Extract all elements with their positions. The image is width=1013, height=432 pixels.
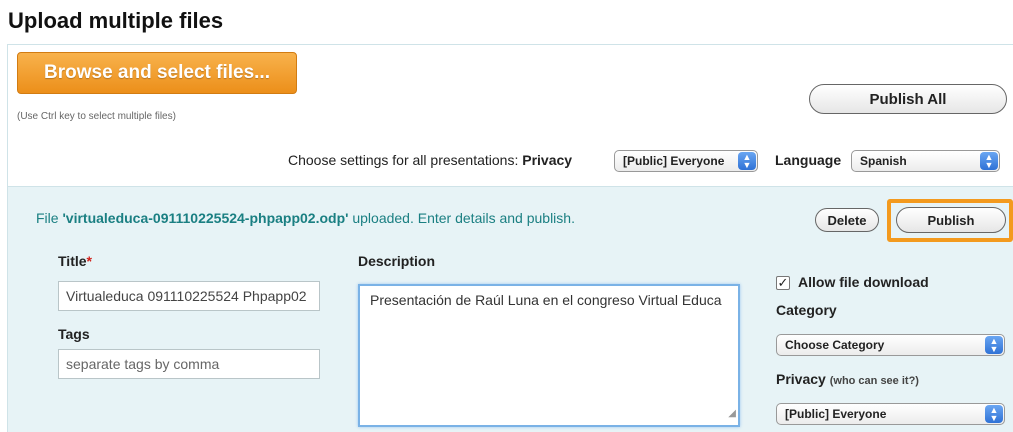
item-privacy-select[interactable]: [Public] Everyone ▲ ▼: [776, 403, 1005, 425]
global-language-value: Spanish: [860, 154, 907, 168]
select-arrows-icon: ▲ ▼: [738, 152, 756, 170]
upload-status: File 'virtualeduca-091110225524-phpapp02…: [36, 210, 575, 226]
global-settings-prefix: Choose settings for all presentations:: [288, 152, 519, 168]
description-textarea[interactable]: Presentación de Raúl Luna en el congreso…: [358, 284, 740, 427]
tags-input[interactable]: separate tags by comma: [58, 349, 320, 379]
global-privacy-select[interactable]: [Public] Everyone ▲ ▼: [614, 150, 758, 172]
select-arrows-icon: ▲ ▼: [980, 152, 998, 170]
global-privacy-value: [Public] Everyone: [623, 154, 725, 168]
title-label: Title*: [58, 253, 92, 269]
select-arrows-icon: ▲ ▼: [985, 405, 1003, 423]
allow-download-label: Allow file download: [798, 274, 929, 290]
publish-all-button[interactable]: Publish All: [809, 84, 1007, 114]
category-select[interactable]: Choose Category ▲ ▼: [776, 334, 1005, 356]
global-settings-row: Choose settings for all presentations: P…: [8, 148, 1013, 174]
global-privacy-label: Privacy: [522, 152, 573, 168]
status-prefix: File: [36, 210, 59, 226]
global-settings-label: Choose settings for all presentations: P…: [288, 152, 572, 168]
item-privacy-label-text: Privacy: [776, 371, 826, 387]
global-language-select[interactable]: Spanish ▲ ▼: [851, 150, 1000, 172]
allow-download-checkbox[interactable]: ✓: [776, 276, 790, 290]
privacy-note: (who can see it?): [829, 375, 919, 387]
page-title: Upload multiple files: [8, 8, 224, 33]
tags-label: Tags: [58, 326, 90, 342]
category-label: Category: [776, 302, 837, 318]
global-language-label: Language: [775, 152, 842, 168]
category-value: Choose Category: [785, 338, 885, 352]
status-suffix: uploaded. Enter details and publish.: [352, 210, 575, 226]
title-input[interactable]: Virtualeduca 091110225524 Phpapp02: [58, 281, 320, 311]
select-arrows-icon: ▲ ▼: [985, 336, 1003, 354]
multi-select-hint: (Use Ctrl key to select multiple files): [17, 111, 176, 122]
description-label: Description: [358, 253, 436, 269]
browse-files-button[interactable]: Browse and select files...: [17, 52, 297, 94]
upload-settings-panel: Browse and select files... (Use Ctrl key…: [7, 44, 1013, 187]
delete-button[interactable]: Delete: [815, 208, 879, 232]
uploaded-filename: 'virtualeduca-091110225524-phpapp02.odp': [62, 210, 349, 226]
item-privacy-label: Privacy (who can see it?): [776, 371, 919, 387]
resize-grip-icon[interactable]: ◢: [728, 405, 736, 423]
description-text: Presentación de Raúl Luna en el congreso…: [370, 292, 722, 308]
title-label-text: Title: [58, 253, 87, 269]
publish-button[interactable]: Publish: [896, 207, 1006, 233]
file-upload-item: File 'virtualeduca-091110225524-phpapp02…: [7, 187, 1013, 432]
required-marker: *: [86, 253, 92, 269]
item-privacy-value: [Public] Everyone: [785, 407, 887, 421]
